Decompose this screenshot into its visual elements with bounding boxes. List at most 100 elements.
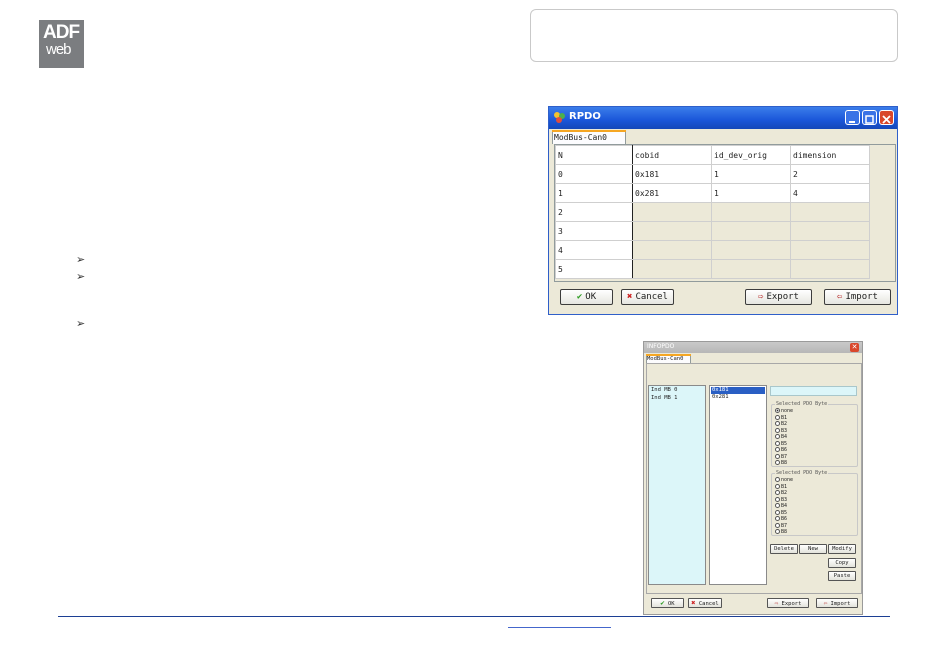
ok-button[interactable]: ✔ OK (560, 289, 613, 305)
import-icon: ⇦ (837, 292, 843, 302)
table-cell[interactable] (632, 221, 712, 241)
import-button[interactable]: ⇦ Import (816, 598, 858, 608)
table-row[interactable]: 3 (555, 221, 870, 241)
table-cell[interactable] (632, 240, 712, 260)
table-cell[interactable]: 4 (555, 240, 633, 260)
table-cell[interactable]: 4 (790, 183, 870, 203)
export-icon: ⇨ (774, 600, 779, 607)
table-cell[interactable]: 5 (555, 259, 633, 279)
column-header-n: N (555, 145, 633, 165)
import-button[interactable]: ⇦ Import (824, 289, 891, 305)
footer-link[interactable] (508, 627, 611, 628)
radio-b8[interactable]: B8 (775, 460, 787, 467)
table-header-row: N cobid id_dev_orig dimension (555, 145, 870, 165)
table-row[interactable]: 2 (555, 202, 870, 222)
radio-icon (775, 503, 780, 508)
table-row[interactable]: 5 (555, 259, 870, 279)
table-cell[interactable]: 1 (711, 183, 791, 203)
table-cell[interactable] (711, 202, 791, 222)
radio-label: B1 (781, 483, 788, 490)
table-cell[interactable]: 0x281 (632, 183, 712, 203)
copy-button[interactable]: Copy (828, 558, 856, 568)
table-cell[interactable] (632, 202, 712, 222)
radio-icon (775, 421, 780, 426)
radio-b8[interactable]: B8 (775, 529, 787, 536)
infopdo-title: INFOPDO (647, 343, 675, 350)
cancel-button[interactable]: ✖ Cancel (688, 598, 722, 608)
table-cell[interactable] (790, 240, 870, 260)
table-cell[interactable] (711, 221, 791, 241)
import-label: Import (845, 292, 878, 302)
ok-label: OK (667, 601, 675, 607)
bullet-icon: ➢ (76, 270, 86, 283)
rpdo-title: RPDO (569, 111, 601, 122)
radio-icon (775, 483, 780, 489)
radio-label: B3 (781, 496, 788, 503)
cancel-button[interactable]: ✖ Cancel (621, 289, 674, 305)
radio-icon (775, 529, 780, 534)
export-button[interactable]: ⇨ Export (767, 598, 809, 608)
infopdo-titlebar[interactable]: INFOPDO ✕ (644, 342, 862, 353)
table-cell[interactable]: 1 (555, 183, 633, 203)
radio-label: B5 (781, 509, 788, 516)
adfweb-logo: ADF web (39, 20, 84, 68)
paste-button[interactable]: Paste (828, 571, 856, 581)
close-button[interactable] (879, 110, 894, 125)
close-button[interactable]: ✕ (850, 343, 859, 352)
table-cell[interactable]: 3 (555, 221, 633, 241)
export-button[interactable]: ⇨ Export (745, 289, 812, 305)
radio-icon (775, 509, 780, 515)
list-item[interactable]: Ind MB 0 (649, 386, 705, 395)
footer-divider (58, 616, 890, 617)
value-input[interactable] (770, 386, 857, 396)
cancel-label: Cancel (698, 601, 719, 607)
radio-label: B7 (781, 522, 788, 529)
delete-button[interactable]: Delete (770, 544, 798, 554)
table-cell[interactable] (790, 221, 870, 241)
minimize-icon (849, 121, 855, 123)
infopdo-window: INFOPDO ✕ ModBus-Can0 Ind MB 0 Ind MB 1 … (643, 341, 863, 615)
table-cell[interactable] (711, 259, 791, 279)
modify-button[interactable]: Modify (828, 544, 856, 554)
table-cell[interactable]: 2 (790, 164, 870, 184)
cross-icon: ✖ (627, 292, 633, 302)
app-icon (554, 112, 565, 123)
radio-icon (775, 490, 780, 495)
table-cell[interactable] (632, 259, 712, 279)
cancel-label: Cancel (635, 292, 668, 302)
radio-icon (775, 460, 780, 465)
radio-label: B8 (781, 529, 788, 535)
table-cell[interactable]: 0 (555, 164, 633, 184)
radio-label: B7 (781, 453, 788, 460)
table-cell[interactable] (790, 202, 870, 222)
list-item[interactable]: Ind MB 1 (649, 395, 705, 402)
rpdo-titlebar[interactable]: RPDO (549, 107, 897, 129)
logo-text-web: web (46, 41, 72, 58)
table-cell[interactable]: 1 (711, 164, 791, 184)
table-row[interactable]: 1 0x281 1 4 (555, 183, 870, 203)
list-item[interactable]: 0x281 (710, 394, 766, 401)
ok-label: OK (585, 292, 597, 302)
group-label: Selected PDO Byte (775, 401, 829, 407)
minimize-button[interactable] (845, 110, 860, 125)
new-button[interactable]: New (799, 544, 827, 554)
close-icon (882, 115, 891, 124)
radio-label: B4 (781, 434, 788, 440)
export-icon: ⇨ (758, 292, 764, 302)
table-cell[interactable] (711, 240, 791, 260)
close-icon: ✕ (851, 343, 858, 351)
tab-modbus-can0[interactable]: ModBus-Can0 (552, 130, 626, 144)
table-row[interactable]: 4 (555, 240, 870, 260)
selected-pdo-byte-group: Selected PDO Byte none B1 B2 B3 B4 B5 B6… (771, 401, 858, 467)
table-cell[interactable]: 0x181 (632, 164, 712, 184)
index-list[interactable]: Ind MB 0 Ind MB 1 (648, 385, 706, 585)
radio-label: B8 (781, 460, 788, 466)
table-cell[interactable] (790, 259, 870, 279)
cobid-list[interactable]: 0x181 0x281 (709, 385, 767, 585)
table-cell[interactable]: 2 (555, 202, 633, 222)
table-row[interactable]: 0 0x181 1 2 (555, 164, 870, 184)
import-label: Import (830, 601, 851, 607)
maximize-button[interactable] (862, 110, 877, 125)
ok-button[interactable]: ✔ OK (651, 598, 684, 608)
radio-icon (775, 408, 780, 413)
